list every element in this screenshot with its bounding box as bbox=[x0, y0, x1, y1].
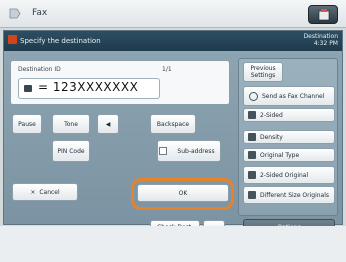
status-clock: Destination 4:32 PM bbox=[292, 33, 338, 47]
tone-button[interactable]: Tone bbox=[52, 114, 90, 134]
backspace-button[interactable]: Backspace bbox=[150, 114, 196, 134]
phone-icon bbox=[24, 85, 32, 92]
left-arrow-button[interactable]: ◀ bbox=[97, 114, 119, 134]
header-bar bbox=[0, 0, 346, 28]
side-item-label: 2-Sided Original bbox=[260, 171, 309, 179]
two-sided-icon bbox=[248, 111, 256, 119]
fax-icon bbox=[8, 35, 17, 44]
side-item-label: 2-Sided bbox=[260, 111, 283, 119]
side-item-send-channel[interactable]: Send as Fax Channel bbox=[243, 86, 335, 106]
side-item-different-size[interactable]: Different Size Originals bbox=[243, 186, 335, 204]
density-icon bbox=[248, 133, 256, 141]
left-arrow-icon: ◀ bbox=[105, 120, 111, 128]
subaddress-label: Sub-address bbox=[177, 147, 215, 155]
side-item-two-sided-original[interactable]: 2-Sided Original bbox=[243, 166, 335, 184]
pause-button[interactable]: Pause bbox=[12, 114, 42, 134]
app-title: Fax bbox=[32, 8, 48, 18]
panel-title: Specify the destination bbox=[20, 37, 101, 45]
side-item-label: Send as Fax Channel bbox=[262, 92, 325, 100]
side-item-density[interactable]: Density bbox=[243, 130, 335, 144]
pin-code-button[interactable]: PIN Code bbox=[52, 140, 90, 162]
different-size-icon bbox=[248, 191, 256, 199]
cancel-button[interactable]: × Cancel bbox=[12, 183, 78, 201]
cancel-icon: × bbox=[30, 188, 36, 196]
side-item-two-sided[interactable]: 2-Sided bbox=[243, 108, 335, 122]
destination-number-value: = 123XXXXXXX bbox=[38, 80, 139, 94]
status-label: Destination bbox=[303, 33, 338, 40]
two-sided-original-icon bbox=[248, 171, 256, 179]
subaddress-checkbox[interactable] bbox=[159, 147, 167, 155]
side-item-original-type[interactable]: Original Type bbox=[243, 148, 335, 162]
status-time: 4:32 PM bbox=[313, 40, 338, 47]
side-item-label: Original Type bbox=[260, 151, 300, 159]
ok-highlight-ring bbox=[131, 178, 234, 210]
original-type-icon bbox=[248, 151, 256, 159]
back-icon[interactable] bbox=[8, 8, 22, 19]
destination-label: Destination ID bbox=[18, 66, 61, 73]
destination-count: 1/1 bbox=[162, 66, 172, 73]
home-button[interactable] bbox=[308, 5, 338, 24]
cancel-label: Cancel bbox=[39, 188, 60, 196]
channel-icon bbox=[249, 91, 258, 101]
previous-settings-button[interactable]: Previous Settings bbox=[243, 62, 283, 82]
side-item-label: Different Size Originals bbox=[260, 191, 330, 199]
bottom-bar bbox=[0, 226, 346, 262]
side-item-label: Density bbox=[260, 133, 283, 141]
